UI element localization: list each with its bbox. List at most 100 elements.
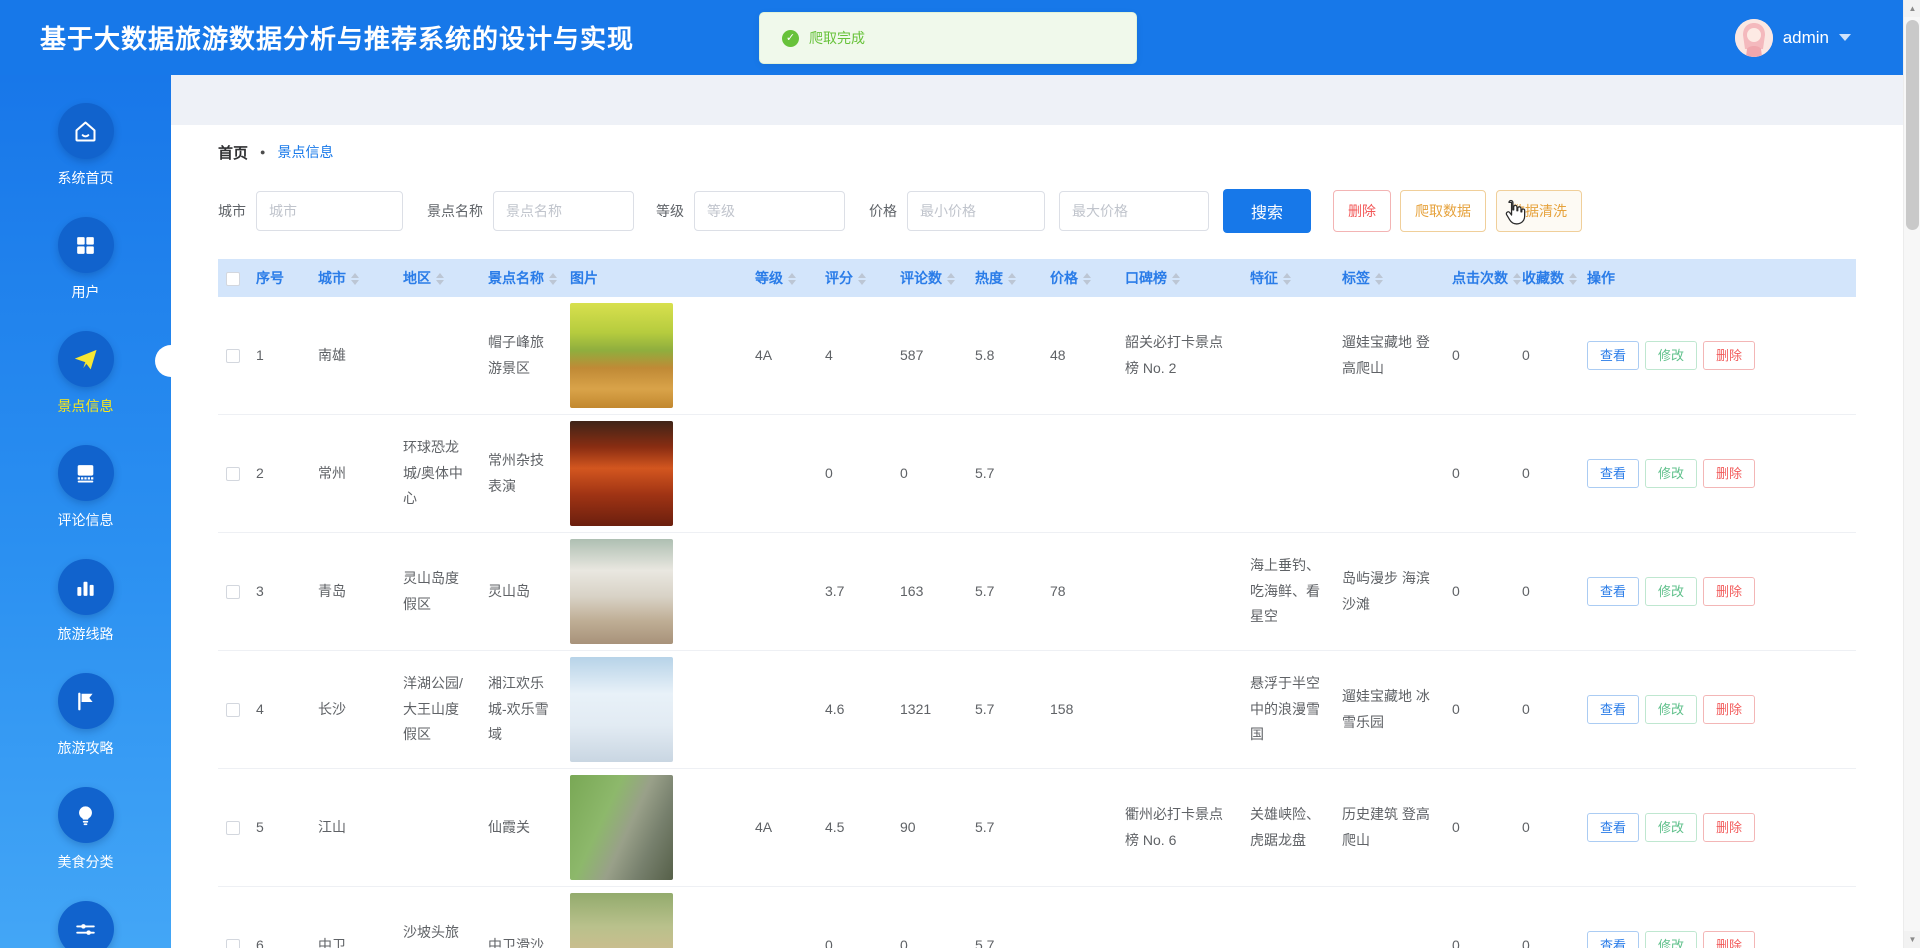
- edit-row-button[interactable]: 修改: [1645, 931, 1697, 948]
- row-checkbox[interactable]: [226, 703, 240, 717]
- sidebar-item-travel-routes[interactable]: 旅游线路: [0, 559, 171, 673]
- cell-level: [747, 415, 817, 533]
- sort-caret-icon[interactable]: [788, 273, 796, 285]
- column-header-rank[interactable]: 口碑榜: [1117, 259, 1242, 297]
- column-header-district[interactable]: 地区: [395, 259, 480, 297]
- sort-caret-icon[interactable]: [947, 273, 955, 285]
- min-price-input[interactable]: [907, 191, 1045, 231]
- delete-row-button[interactable]: 删除: [1703, 695, 1755, 724]
- column-header-feature[interactable]: 特征: [1242, 259, 1334, 297]
- scrollbar-thumb[interactable]: [1906, 20, 1919, 230]
- sidebar-item-scenic-info[interactable]: 景点信息: [0, 331, 171, 445]
- cell-comments: 0: [892, 887, 967, 948]
- column-header-level[interactable]: 等级: [747, 259, 817, 297]
- sort-caret-icon[interactable]: [1083, 273, 1091, 285]
- scroll-up-arrow[interactable]: ▲: [1904, 0, 1920, 17]
- sort-caret-icon[interactable]: [1172, 273, 1180, 285]
- cell-heat: 5.8: [967, 297, 1042, 415]
- cell-seq: 3: [248, 533, 310, 651]
- main-panel: 首页 ● 景点信息 城市 景点名称 等级 价格 搜索 删除 爬取数据 数据清洗: [171, 125, 1903, 948]
- breadcrumb-current[interactable]: 景点信息: [277, 142, 333, 162]
- edit-row-button[interactable]: 修改: [1645, 577, 1697, 606]
- sort-caret-icon[interactable]: [436, 273, 444, 285]
- edit-row-button[interactable]: 修改: [1645, 341, 1697, 370]
- delete-row-button[interactable]: 删除: [1703, 931, 1755, 948]
- row-checkbox[interactable]: [226, 821, 240, 835]
- sidebar-item-users[interactable]: 用户: [0, 217, 171, 331]
- column-label: 城市: [318, 270, 346, 286]
- chevron-down-icon: [1839, 34, 1851, 41]
- page-scrollbar[interactable]: ▲ ▼: [1903, 0, 1920, 948]
- sort-caret-icon[interactable]: [858, 273, 866, 285]
- cell-feature: [1242, 415, 1334, 533]
- delete-row-button[interactable]: 删除: [1703, 341, 1755, 370]
- cell-feature: [1242, 887, 1334, 948]
- sort-caret-icon[interactable]: [1283, 273, 1291, 285]
- sidebar-item-label: 旅游攻略: [58, 738, 114, 756]
- sort-caret-icon[interactable]: [1375, 273, 1383, 285]
- cell-city: 常州: [310, 415, 395, 533]
- column-header-city[interactable]: 城市: [310, 259, 395, 297]
- row-checkbox[interactable]: [226, 939, 240, 948]
- city-input[interactable]: [256, 191, 403, 231]
- max-price-input[interactable]: [1059, 191, 1209, 231]
- level-input[interactable]: [694, 191, 845, 231]
- view-row-button[interactable]: 查看: [1587, 341, 1639, 370]
- view-row-button[interactable]: 查看: [1587, 813, 1639, 842]
- sidebar-item-label: 景点信息: [58, 396, 114, 414]
- sort-caret-icon[interactable]: [549, 273, 557, 285]
- clean-data-button[interactable]: 数据清洗: [1496, 190, 1582, 232]
- edit-row-button[interactable]: 修改: [1645, 695, 1697, 724]
- column-header-name[interactable]: 景点名称: [480, 259, 562, 297]
- cell-heat: 5.7: [967, 769, 1042, 887]
- column-header-clicks[interactable]: 点击次数: [1444, 259, 1514, 297]
- row-checkbox[interactable]: [226, 349, 240, 363]
- column-header-price[interactable]: 价格: [1042, 259, 1117, 297]
- user-menu[interactable]: admin: [1735, 0, 1851, 75]
- avatar[interactable]: [1735, 19, 1773, 57]
- delete-row-button[interactable]: 删除: [1703, 577, 1755, 606]
- column-header-comments[interactable]: 评论数: [892, 259, 967, 297]
- sort-caret-icon[interactable]: [1008, 273, 1016, 285]
- delete-button[interactable]: 删除: [1333, 190, 1391, 232]
- scenic-name-input[interactable]: [493, 191, 634, 231]
- row-checkbox[interactable]: [226, 467, 240, 481]
- cell-score: 0: [817, 887, 892, 948]
- sort-caret-icon[interactable]: [1569, 273, 1577, 285]
- view-row-button[interactable]: 查看: [1587, 931, 1639, 948]
- breadcrumb-home[interactable]: 首页: [218, 142, 248, 163]
- cell-city: 江山: [310, 769, 395, 887]
- column-header-tags[interactable]: 标签: [1334, 259, 1444, 297]
- select-all-checkbox[interactable]: [226, 272, 240, 286]
- cell-district: [395, 769, 480, 887]
- sidebar-item-home[interactable]: 系统首页: [0, 103, 171, 217]
- sort-caret-icon[interactable]: [1513, 273, 1521, 285]
- sidebar-item-travel-guides[interactable]: 旅游攻略: [0, 673, 171, 787]
- cell-favs: 0: [1514, 297, 1579, 415]
- column-header-favs[interactable]: 收藏数: [1514, 259, 1579, 297]
- delete-row-button[interactable]: 删除: [1703, 813, 1755, 842]
- scroll-down-arrow[interactable]: ▼: [1904, 931, 1920, 948]
- search-button[interactable]: 搜索: [1223, 189, 1311, 233]
- view-row-button[interactable]: 查看: [1587, 577, 1639, 606]
- cell-feature: 关雄峡险、虎踞龙盘: [1242, 769, 1334, 887]
- sidebar-item-food-category[interactable]: 美食分类: [0, 787, 171, 901]
- row-checkbox[interactable]: [226, 585, 240, 599]
- column-header-heat[interactable]: 热度: [967, 259, 1042, 297]
- crawl-data-button[interactable]: 爬取数据: [1400, 190, 1486, 232]
- edit-row-button[interactable]: 修改: [1645, 459, 1697, 488]
- level-label: 等级: [656, 201, 684, 221]
- column-header-score[interactable]: 评分: [817, 259, 892, 297]
- delete-row-button[interactable]: 删除: [1703, 459, 1755, 488]
- sidebar-menu: 系统首页用户景点信息评论信息旅游线路旅游攻略美食分类: [0, 103, 171, 948]
- app-title: 基于大数据旅游数据分析与推荐系统的设计与实现: [40, 19, 634, 56]
- edit-row-button[interactable]: 修改: [1645, 813, 1697, 842]
- sort-caret-icon[interactable]: [351, 273, 359, 285]
- cell-feature: 悬浮于半空中的浪漫雪国: [1242, 651, 1334, 769]
- view-row-button[interactable]: 查看: [1587, 459, 1639, 488]
- cell-heat: 5.7: [967, 887, 1042, 948]
- sidebar-item-more[interactable]: [0, 901, 171, 948]
- view-row-button[interactable]: 查看: [1587, 695, 1639, 724]
- username-label: admin: [1783, 28, 1829, 48]
- sidebar-item-comment-info[interactable]: 评论信息: [0, 445, 171, 559]
